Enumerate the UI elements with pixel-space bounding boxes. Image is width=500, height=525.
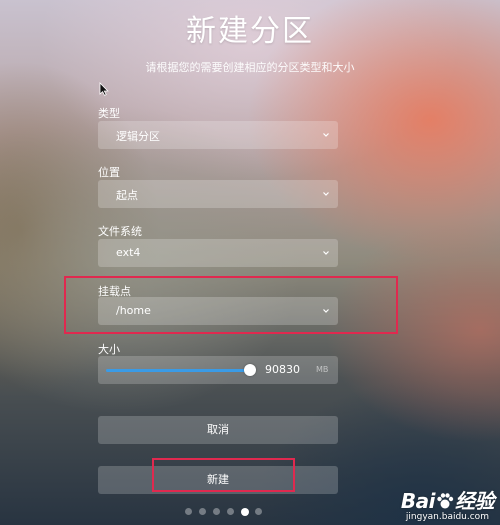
paw-logo-icon — [437, 493, 454, 509]
cancel-button[interactable]: 取消 — [98, 416, 338, 444]
page-dot — [213, 508, 220, 515]
size-slider-box: 90830 MB — [98, 356, 338, 384]
page-title: 新建分区 — [186, 14, 314, 49]
type-select-value: 逻辑分区 — [116, 130, 160, 143]
page-dot — [227, 508, 234, 515]
size-value[interactable]: 90830 — [265, 363, 300, 376]
filesystem-label: 文件系统 — [98, 225, 142, 238]
watermark-site: jingyan.baidu.com — [405, 512, 489, 522]
page-dot — [185, 508, 192, 515]
baidu-jingyan-watermark: Bai 经验 jingyan.baidu.com — [400, 485, 495, 522]
chevron-down-icon — [323, 251, 329, 255]
chevron-down-icon — [323, 133, 329, 137]
create-highlight-box — [152, 458, 295, 492]
chevron-down-icon — [323, 192, 329, 196]
mountpoint-highlight-box — [64, 276, 398, 334]
size-slider-handle[interactable] — [244, 364, 256, 376]
location-select-value: 起点 — [116, 189, 138, 202]
mouse-pointer-icon — [99, 82, 109, 96]
watermark-brand-suffix: 经验 — [455, 489, 495, 513]
type-label: 类型 — [98, 107, 120, 120]
watermark-brand: Bai — [400, 489, 436, 513]
size-label: 大小 — [98, 343, 120, 356]
type-select[interactable]: 逻辑分区 — [98, 121, 338, 149]
size-unit: MB — [316, 365, 329, 374]
filesystem-select[interactable]: ext4 — [98, 239, 338, 267]
page-dot — [199, 508, 206, 515]
size-slider-track[interactable] — [106, 369, 250, 372]
page-dot — [255, 508, 262, 515]
page-dot-active — [241, 507, 249, 516]
location-label: 位置 — [98, 166, 120, 179]
location-select[interactable]: 起点 — [98, 180, 338, 208]
page-subtitle: 请根据您的需要创建相应的分区类型和大小 — [145, 61, 355, 74]
filesystem-select-value: ext4 — [116, 246, 141, 259]
